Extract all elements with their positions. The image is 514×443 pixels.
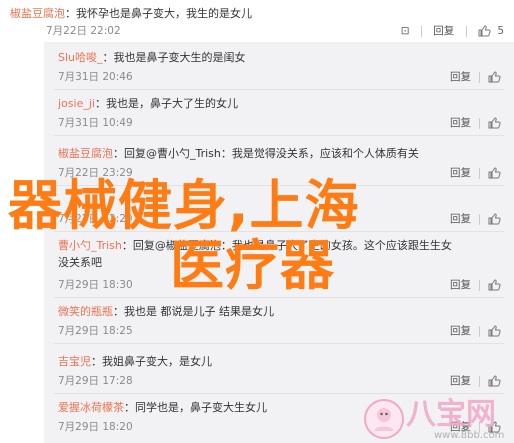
reply-button[interactable]: 回复 xyxy=(450,116,471,130)
reply-line: josie_ji：我也是，鼻子大了生的女儿 xyxy=(58,96,238,112)
reply-time: 7月29日 18:20 xyxy=(58,421,133,433)
reply-actions: 回复 xyxy=(450,116,504,130)
reply-button[interactable]: 回复 xyxy=(450,212,471,226)
reply-line: 爱握冰荷檬茶：同学也是，鼻子变大生女儿 xyxy=(58,400,267,416)
thumbs-up-icon[interactable] xyxy=(488,325,501,337)
username-link[interactable]: 椒盐豆腐泡 xyxy=(10,7,65,20)
comment-line: 椒盐豆腐泡：我怀孕也是鼻子变大，我生的是女儿 xyxy=(10,6,252,22)
thumbs-up-icon[interactable] xyxy=(488,213,501,225)
reply-button[interactable]: 回复 xyxy=(450,166,471,180)
reply-username-link[interactable]: 微笑的瓶瓶 xyxy=(58,305,113,318)
comment-actions: ⊡ 回复 5 xyxy=(401,24,504,38)
divider-bar xyxy=(479,375,480,387)
divider-bar xyxy=(479,325,480,337)
reply-username-link[interactable]: josie_ji xyxy=(58,97,95,110)
reply-time: 7月31日 20:46 xyxy=(58,71,133,83)
reply-button[interactable]: 回复 xyxy=(450,324,471,338)
thumbs-up-icon[interactable] xyxy=(478,25,491,37)
divider-bar xyxy=(479,279,480,291)
divider-bar xyxy=(479,167,480,179)
overlay-heading-line1: 器械健身,上海 xyxy=(8,174,360,237)
reply-actions: 回复 xyxy=(450,70,504,84)
reply-text-continued: 没关系吧 xyxy=(58,256,102,269)
divider-bar xyxy=(479,117,480,129)
reply-time: 7月29日 17:28 xyxy=(58,375,133,387)
reply-line: Slu哈唆_：我也是鼻子变大生的是闺女 xyxy=(58,50,246,66)
thumbs-up-icon[interactable] xyxy=(488,279,501,291)
reply-button[interactable]: 回复 xyxy=(450,278,471,292)
thumbs-up-icon[interactable] xyxy=(488,71,501,83)
main-comment: 椒盐豆腐泡：我怀孕也是鼻子变大，我生的是女儿 7月22日 22:02 ⊡ 回复 … xyxy=(0,0,514,42)
reply-actions: 回复 xyxy=(450,212,504,226)
reply-button[interactable]: 回复 xyxy=(450,70,471,84)
reply-time: 7月29日 18:30 xyxy=(58,279,133,291)
comment-time: 7月22日 22:02 xyxy=(46,25,121,37)
reply-divider xyxy=(54,393,504,394)
thumbs-up-icon[interactable] xyxy=(488,117,501,129)
hide-icon[interactable]: ⊡ xyxy=(401,24,410,38)
reply-line: 微笑的瓶瓶：我也是 都说是儿子 结果是女儿 xyxy=(58,304,274,320)
watermark-logo-icon xyxy=(364,399,404,439)
reply-line: 吉宝児：我姐鼻子变大，是女儿 xyxy=(58,354,212,370)
reply-text: ：同学也是，鼻子变大生女儿 xyxy=(124,401,267,414)
reply-actions: 回复 xyxy=(450,278,504,292)
overlay-heading-line2: 医疗器 xyxy=(170,234,335,297)
thumbs-up-icon[interactable] xyxy=(488,375,501,387)
reply-username-link[interactable]: 吉宝児 xyxy=(58,355,91,368)
reply-text: ：我姐鼻子变大，是女儿 xyxy=(91,355,212,368)
reply-line: 椒盐豆腐泡：回复@曹小勺_Trish：我是觉得没关系，应该和个人体质有关 xyxy=(58,146,419,162)
like-count: 5 xyxy=(497,25,504,37)
reply-time: 7月29日 18:25 xyxy=(58,325,133,337)
reply-divider xyxy=(54,343,504,344)
reply-username-link[interactable]: 爱握冰荷檬茶 xyxy=(58,401,124,414)
divider-bar xyxy=(465,25,467,37)
reply-time: 7月31日 10:49 xyxy=(58,117,133,129)
reply-actions: 回复 xyxy=(450,166,504,180)
reply-divider xyxy=(54,135,504,136)
reply-divider xyxy=(54,89,504,90)
watermark-url: www.8bb.com xyxy=(434,430,505,441)
reply-username-link[interactable]: 椒盐豆腐泡 xyxy=(58,147,113,160)
reply-text: ：我也是鼻子变大生的是闺女 xyxy=(102,51,246,64)
reply-actions: 回复 xyxy=(450,324,504,338)
divider-bar xyxy=(479,213,480,225)
reply-text: ：我也是，鼻子大了生的女儿 xyxy=(94,97,238,110)
divider-bar xyxy=(479,71,480,83)
reply-button[interactable]: 回复 xyxy=(433,24,454,38)
reply-text: ：我也是 都说是儿子 结果是女儿 xyxy=(113,305,274,318)
thumbs-up-icon[interactable] xyxy=(488,167,501,179)
reply-actions: 回复 xyxy=(450,374,504,388)
reply-divider xyxy=(54,297,504,298)
reply-button[interactable]: 回复 xyxy=(450,374,471,388)
comment-text: ：我怀孕也是鼻子变大，我生的是女儿 xyxy=(65,7,252,20)
reply-username-link[interactable]: Slu哈唆_ xyxy=(58,51,103,64)
reply-username-link[interactable]: 曹小勺_Trish xyxy=(58,239,122,252)
divider-bar xyxy=(420,25,422,37)
watermark-brand: 八宝网 xyxy=(406,397,496,432)
reply-text: ：回复@曹小勺_Trish：我是觉得没关系，应该和个人体质有关 xyxy=(113,147,419,160)
